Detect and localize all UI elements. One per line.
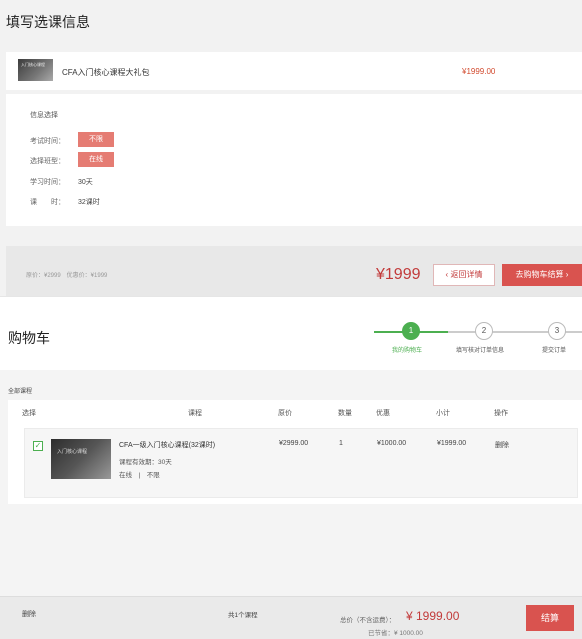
course-summary-row: 入门核心课程 CFA入门核心课程大礼包 ¥1999.00 [6,52,582,90]
header-select: 选择 [22,410,36,417]
item-quantity: 1 [339,440,343,447]
class-type-label: 选择班型： [30,158,65,165]
item-checkbox[interactable]: ✓ [33,441,43,451]
saved-amount: 已节省：¥ 1000.00 [368,630,423,637]
section-divider [0,296,582,304]
header-quantity: 数量 [338,410,352,417]
study-time-label: 学习时间： [30,179,65,186]
item-validity: 课程有效期：30天 [119,459,172,466]
step-1-label: 我的购物车 [392,348,423,354]
cart-title: 购物车 [8,330,50,346]
item-mode: 在线 | 不限 [119,472,160,479]
page: 填写选课信息 入门核心课程 CFA入门核心课程大礼包 ¥1999.00 信息选择… [0,0,582,639]
checkmark-icon: ✓ [34,441,42,450]
step-3-circle: 3 [548,322,566,340]
purchase-bar: 原价：¥2999 优惠价：¥1999 ¥1999 ‹ 返回详情 去购物车结算 › [6,246,582,296]
item-subtotal: ¥1999.00 [437,440,467,447]
course-count: 共1个课程 [228,612,258,619]
chevron-left-icon: ‹ [445,270,449,279]
step-1-circle: 1 [402,322,420,340]
header-original-price: 原价 [278,410,292,417]
header-action: 操作 [494,410,508,417]
item-original-price: ¥2999.00 [279,440,309,447]
header-discount: 优惠 [376,410,390,417]
checkout-button[interactable]: 结算 [526,605,574,631]
back-to-detail-button[interactable]: ‹ 返回详情 [433,264,495,286]
go-to-cart-button[interactable]: 去购物车结算 › [502,264,582,286]
cart-item-row: ✓ 入门核心课程 CFA一级入门核心课程(32课时) 课程有效期：30天 在线 … [24,428,578,498]
cart-body: 全部课程 选择 课程 原价 数量 优惠 小计 操作 ✓ 入门核心课程 CFA一级… [0,370,582,596]
step-2-label: 填写核对订单信息 [456,348,505,354]
bulk-delete-link[interactable]: 删除 [22,609,36,619]
course-selection-panel: 填写选课信息 入门核心课程 CFA入门核心课程大礼包 ¥1999.00 信息选择… [0,0,582,296]
course-info-panel: 信息选择 考试时间： 不限 选择班型： 在线 学习时间： 30天 课 时： 32… [6,94,582,226]
final-price: ¥1999 [376,266,421,283]
hours-label: 课 时： [30,199,65,206]
course-thumbnail: 入门核心课程 [18,59,53,81]
info-heading: 信息选择 [30,112,58,119]
total-price: ¥ 1999.00 [406,609,460,623]
class-type-option[interactable]: 在线 [78,152,114,167]
item-thumbnail: 入门核心课程 [51,439,111,479]
item-thumbnail-text: 入门核心课程 [57,449,88,455]
back-to-detail-label: 返回详情 [450,270,483,279]
cart-header: 购物车 1 2 3 我的购物车 填写核对订单信息 提交订单 [0,304,582,370]
header-subtotal: 小计 [436,410,450,417]
course-name: CFA入门核心课程大礼包 [62,68,150,77]
go-to-cart-label: 去购物车结算 [515,270,564,279]
step-2-circle: 2 [475,322,493,340]
exam-time-option[interactable]: 不限 [78,132,114,147]
checkout-bar: 删除 共1个课程 总价（不含运费）： ¥ 1999.00 已节省：¥ 1000.… [0,596,582,639]
total-label: 总价（不含运费）： [340,617,396,624]
cart-table: 选择 课程 原价 数量 优惠 小计 操作 ✓ 入门核心课程 CFA一级入门核心课… [8,400,582,504]
exam-time-label: 考试时间： [30,138,65,145]
chevron-right-icon: › [565,270,569,279]
study-time-value: 30天 [78,179,93,186]
course-thumbnail-text: 入门核心课程 [21,62,45,67]
item-delete-link[interactable]: 删除 [495,440,509,450]
all-courses-label: 全部课程 [8,389,33,395]
course-price: ¥1999.00 [462,67,496,76]
hours-value: 32课时 [78,199,100,206]
price-detail: 原价：¥2999 优惠价：¥1999 [26,273,108,279]
page-title: 填写选课信息 [6,14,90,30]
item-discount: ¥1000.00 [377,440,407,447]
header-course: 课程 [188,410,202,417]
step-3-label: 提交订单 [542,348,567,354]
item-name: CFA一级入门核心课程(32课时) [119,442,216,449]
